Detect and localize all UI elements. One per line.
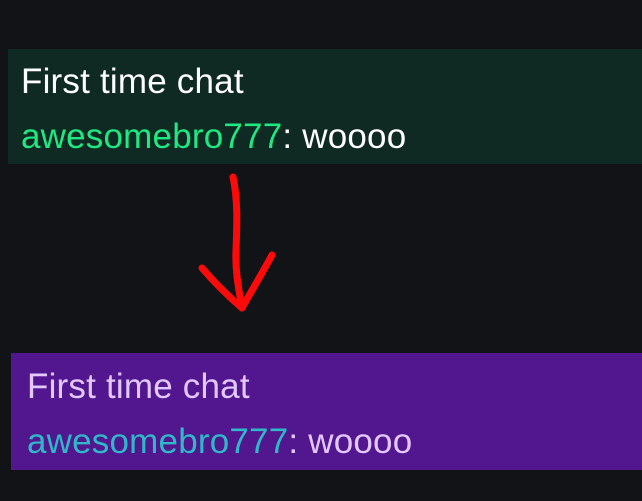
arrow-shaft bbox=[229, 173, 246, 312]
chat-message-line: awesomebro777: woooo bbox=[21, 118, 642, 156]
chat-message-text: woooo bbox=[302, 117, 407, 156]
chat-username[interactable]: awesomebro777 bbox=[21, 117, 282, 156]
first-time-chat-label: First time chat bbox=[27, 367, 250, 406]
first-time-chat-label: First time chat bbox=[21, 62, 244, 101]
first-time-chat-message-restyled: First time chat awesomebro777: woooo bbox=[11, 353, 642, 470]
arrow-head bbox=[198, 251, 276, 312]
chat-separator: : bbox=[288, 422, 309, 461]
first-time-chat-message-original: First time chat awesomebro777: woooo bbox=[8, 49, 642, 164]
chat-message-line: awesomebro777: woooo bbox=[27, 423, 642, 461]
chat-separator: : bbox=[282, 117, 303, 156]
chat-username[interactable]: awesomebro777 bbox=[27, 422, 288, 461]
chat-message-text: woooo bbox=[308, 422, 413, 461]
